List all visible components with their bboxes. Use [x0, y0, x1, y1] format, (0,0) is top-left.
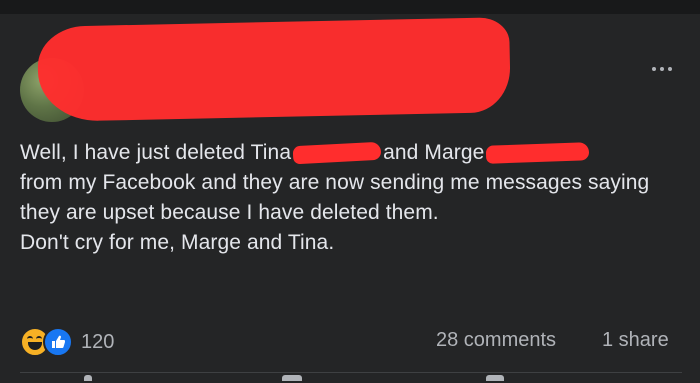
redacted-surname-2 — [486, 142, 590, 165]
redacted-author-name — [37, 17, 511, 122]
comments-count[interactable]: 28 comments — [436, 329, 556, 352]
post-text-line-2: and Marge — [383, 141, 485, 164]
shares-count[interactable]: 1 share — [602, 329, 669, 352]
top-bar — [0, 0, 700, 14]
reaction-count: 120 — [81, 330, 115, 353]
post-text-line-4: Don't cry for me, Marge and Tina. — [20, 231, 335, 254]
divider — [20, 372, 682, 373]
like-icon — [43, 327, 73, 357]
like-action-icon[interactable] — [84, 375, 92, 381]
post-text-line-1: Well, I have just deleted Tina — [20, 141, 292, 164]
comment-action-icon[interactable] — [282, 375, 302, 381]
more-options-button[interactable] — [646, 58, 678, 80]
redacted-surname-1 — [292, 142, 382, 165]
post-card: Well, I have just deleted Tina and Marge … — [0, 14, 700, 383]
post-text-line-3: from my Facebook and they are now sendin… — [20, 171, 650, 224]
reactions-summary[interactable]: 120 — [20, 327, 114, 357]
more-options-icon — [652, 67, 656, 71]
share-action-icon[interactable] — [486, 375, 504, 381]
post-text: Well, I have just deleted Tina and Marge … — [20, 138, 690, 258]
